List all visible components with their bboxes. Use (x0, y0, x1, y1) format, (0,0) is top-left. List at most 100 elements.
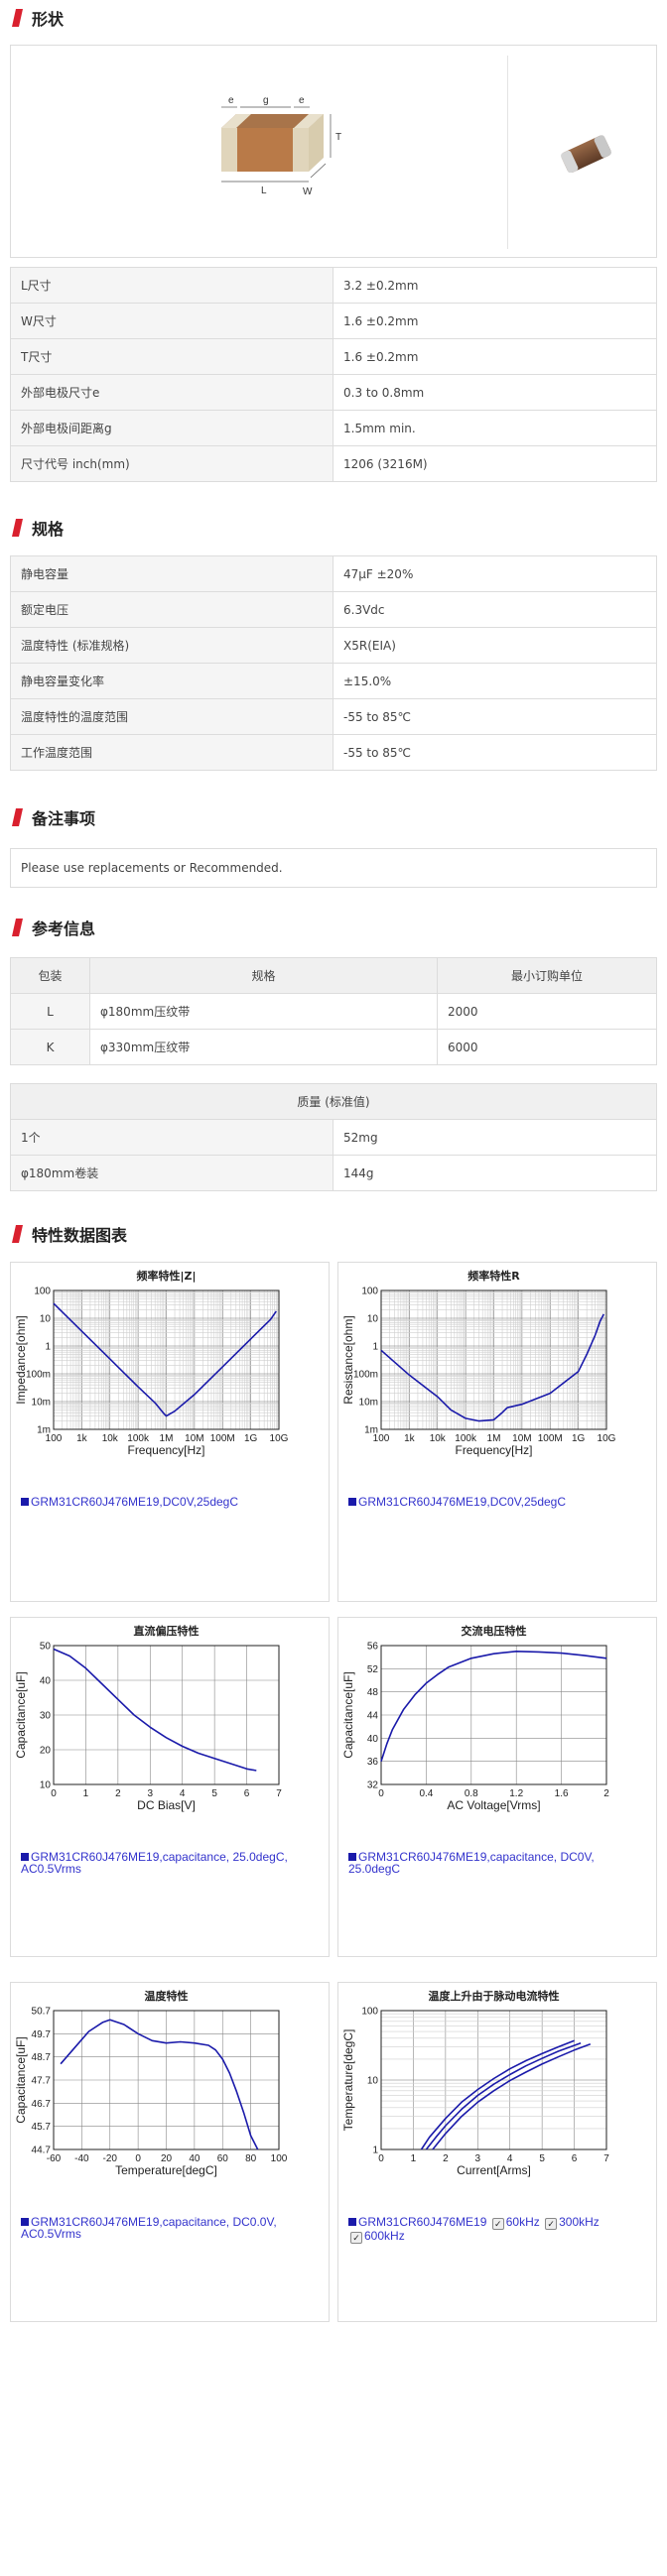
chart-panel-temperature: 温度特性 -60 -40 -20 0 20 40 60 80 100 50.7 49.7 48.7 47.… (10, 1982, 330, 2322)
y-tick-label: 48 (367, 1687, 379, 1698)
table-row: W尺寸 1.6 ±0.2mm (10, 303, 657, 339)
x-tick-label: 7 (276, 1788, 282, 1799)
y-tick-label: 1 (372, 1342, 378, 1353)
chart-title: 温度特性 (145, 1989, 189, 2003)
section-title: 形状 (32, 10, 65, 29)
x-tick-label: 10k (102, 1433, 119, 1444)
chart-title: 直流偏压特性 (134, 1624, 200, 1638)
chart-title: 交流电压特性 (462, 1624, 527, 1638)
table-row: 温度特性的温度范围 -55 to 85℃ (10, 698, 657, 735)
table-row: K φ330mm压纹带 6000 (10, 1029, 657, 1065)
chart-panel-ac-voltage: 交流电压特性 0 0.4 0.8 1.2 1.6 2 56 52 48 44 40 36 32 AC Vol… (337, 1617, 657, 1957)
chart-title: 温度上升由于脉动电流特性 (429, 1989, 560, 2003)
table-header-row: 包装 规格 最小订购单位 (10, 957, 657, 994)
series-label: 60kHz (505, 2215, 540, 2229)
y-tick-label: 44 (367, 1711, 379, 1722)
chart-panel-impedance: 频率特性|Z| 100 1k 10k 100k 1M 10M 100M 1G 10G 100 10 1 1… (10, 1262, 330, 1602)
y-tick-label: 56 (367, 1642, 379, 1653)
x-tick-label: 1 (411, 2153, 417, 2164)
y-axis-label: Capacitance[uF] (14, 2036, 28, 2123)
notes-text: Please use replacements or Recommended. (10, 848, 657, 888)
table-row: T尺寸 1.6 ±0.2mm (10, 338, 657, 375)
x-tick-label: 2 (603, 1788, 609, 1799)
section-marker-icon (12, 808, 23, 826)
x-tick-label: 6 (244, 1788, 250, 1799)
section-marker-icon (12, 1225, 23, 1243)
x-axis-label: AC Voltage[Vrms] (447, 1798, 540, 1812)
y-tick-label: 10 (40, 1780, 52, 1791)
legend-square-icon (21, 2218, 29, 2226)
series-checkbox-60khz[interactable]: ✓ (491, 2218, 504, 2230)
x-tick-label: 0.4 (419, 1788, 433, 1799)
section-header-shape: 形状 (10, 6, 64, 30)
y-tick-label: 45.7 (32, 2122, 52, 2133)
y-tick-label: 10 (40, 1314, 52, 1325)
y-tick-label: 10m (32, 1398, 51, 1409)
table-row: L尺寸 3.2 ±0.2mm (10, 267, 657, 304)
series-checkbox-600khz[interactable]: ✓ (350, 2232, 362, 2244)
x-tick-label: 7 (603, 2153, 609, 2164)
legend-text: GRM31CR60J476ME19,DC0V,25degC (358, 1495, 567, 1509)
section-header-spec: 规格 (10, 516, 64, 540)
chart-ripple: 温度上升由于脉动电流特性0 1 2 3 4 5 6 7100101Current[Arms]T… (341, 1989, 609, 2177)
chart-legend: GRM31CR60J476ME19,DC0V,25degC (348, 1496, 646, 1508)
y-tick-label: 10 (367, 1314, 379, 1325)
x-tick-label: 1G (572, 1433, 586, 1444)
chart-legend: GRM31CR60J476ME19,DC0V,25degC (21, 1496, 319, 1508)
chart-legend: GRM31CR60J476ME19,capacitance, 25.0degC,… (21, 1851, 319, 1875)
table-row: 外部电极尺寸e 0.3 to 0.8mm (10, 374, 657, 411)
dim-e-right: e (299, 95, 305, 106)
x-tick-label: 5 (539, 2153, 545, 2164)
table-row: 静电容量 47μF ±20% (10, 555, 657, 592)
y-tick-label: 40 (367, 1734, 379, 1745)
series-checkbox-300khz[interactable]: ✓ (545, 2218, 558, 2230)
y-tick-label: 40 (40, 1676, 52, 1687)
dim-l: L (261, 185, 267, 196)
x-tick-label: 100M (538, 1433, 563, 1444)
dim-w: W (303, 186, 313, 197)
chart-ac-voltage: 交流电压特性0 0.4 0.8 1.2 1.6 256524844403632AC Vol… (341, 1624, 609, 1812)
x-tick-label: 2 (443, 2153, 449, 2164)
y-tick-label: 1 (372, 2146, 378, 2156)
x-tick-label: 1G (244, 1433, 258, 1444)
x-tick-label: 10k (430, 1433, 447, 1444)
table-row: L φ180mm压纹带 2000 (10, 993, 657, 1030)
y-axis-label: Resistance[ohm] (341, 1315, 355, 1404)
y-tick-label: 20 (40, 1746, 52, 1757)
table-row: 1个 52mg (10, 1119, 657, 1156)
legend-square-icon (348, 1853, 356, 1861)
x-tick-label: 0 (378, 2153, 384, 2164)
shape-table: L尺寸 3.2 ±0.2mm W尺寸 1.6 ±0.2mm T尺寸 1.6 ±0.2m… (10, 267, 657, 482)
y-tick-label: 100m (26, 1370, 51, 1381)
packaging-table: 包装 规格 最小订购单位 L φ180mm压纹带 2000 K φ330mm压纹… (10, 957, 657, 1065)
chart-panel-dc-bias: 直流偏压特性 0 1 2 3 4 5 6 7 50 40 30 20 10 DC Bias[V] Capaci… (10, 1617, 330, 1957)
y-tick-label: 46.7 (32, 2099, 52, 2110)
x-tick-label: -40 (74, 2153, 89, 2164)
legend-square-icon (348, 1498, 356, 1506)
x-tick-label: 1k (404, 1433, 416, 1444)
x-tick-label: 100 (271, 2153, 288, 2164)
legend-square-icon (21, 1853, 29, 1861)
y-tick-label: 32 (367, 1780, 379, 1791)
y-axis-label: Capacitance[uF] (14, 1671, 28, 1758)
chart-resistance: 频率特性R100 1k 10k 100k 1M 10M 100M 1G 10G100101100… (341, 1269, 616, 1457)
x-axis-label: Frequency[Hz] (455, 1443, 532, 1457)
series-label: 300kHz (559, 2215, 600, 2229)
legend-square-icon (348, 2218, 356, 2226)
grid (381, 2011, 606, 2150)
y-tick-label: 44.7 (32, 2146, 52, 2156)
section-marker-icon (12, 519, 23, 537)
section-title: 特性数据图表 (32, 1226, 128, 1245)
table-row: 温度特性 (标准规格) X5R(EIA) (10, 627, 657, 664)
chart-legend: GRM31CR60J476ME19,capacitance, DC0.0V, A… (21, 2216, 319, 2240)
section-title: 规格 (32, 520, 65, 539)
dim-t: T (335, 132, 341, 143)
table-row: 外部电极间距离g 1.5mm min. (10, 410, 657, 446)
chart-legend: GRM31CR60J476ME19,capacitance, DC0V, 25.… (348, 1851, 646, 1875)
chip-photo (561, 135, 611, 173)
x-tick-label: 10G (598, 1433, 616, 1444)
series-label: 600kHz (364, 2229, 405, 2243)
x-tick-label: 80 (245, 2153, 257, 2164)
legend-text: GRM31CR60J476ME19 (358, 2215, 487, 2229)
x-axis-label: DC Bias[V] (137, 1798, 196, 1812)
